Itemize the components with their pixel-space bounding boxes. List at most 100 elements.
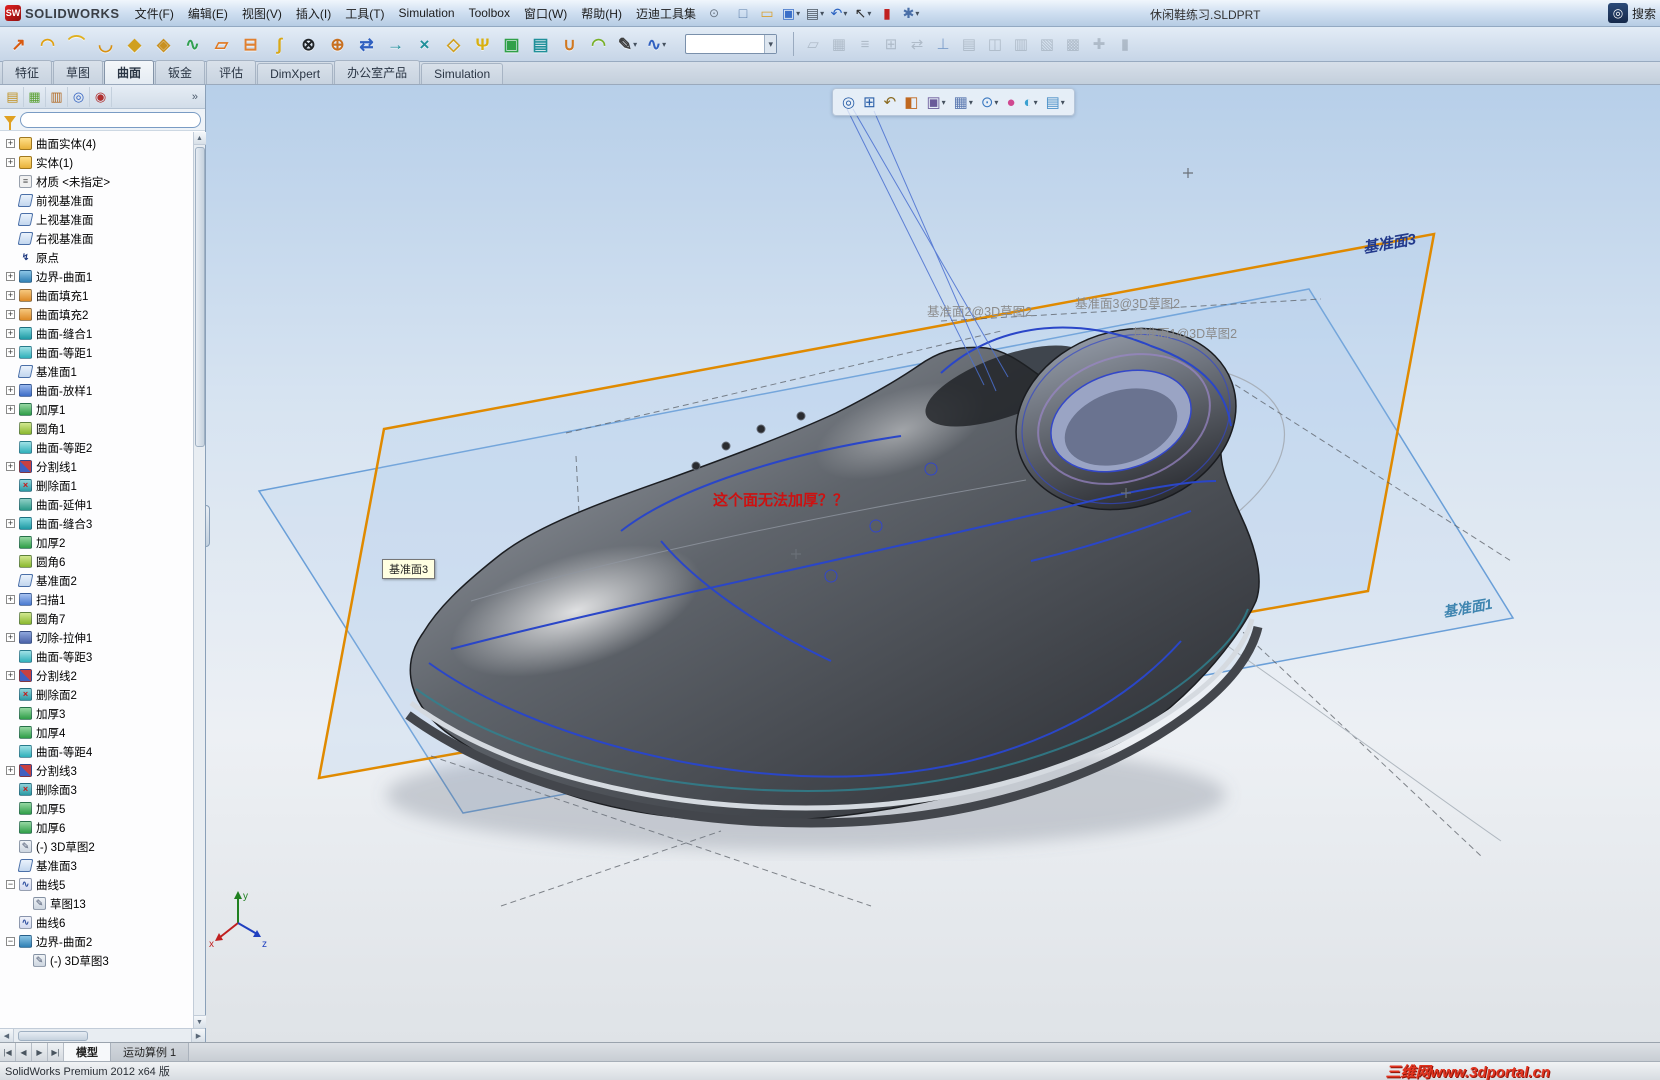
tree-item[interactable]: 曲线6 [0,913,205,932]
tree-vertical-scrollbar[interactable]: ▲ ▼ [193,132,206,1028]
menu-item-视图(V)[interactable]: 视图(V) [235,1,289,26]
filter-icon[interactable] [4,115,16,130]
dimxpertmanager-tab-icon[interactable]: ◎ [68,86,90,107]
expand-icon[interactable]: + [6,291,15,300]
inactive-tool-icon-12[interactable]: ✚ [1086,31,1112,57]
zoom-area-icon[interactable]: ⊞ [860,93,879,112]
dropdown-arrow-icon[interactable]: ▾ [1034,98,1038,107]
move-face-icon[interactable]: ⇄ [353,31,380,58]
chevron-right-icon[interactable]: » [187,91,203,103]
tree-item[interactable]: + 边界-曲面1 [0,267,205,286]
displaymanager-tab-icon[interactable]: ◉ [90,86,112,107]
expand-icon[interactable]: + [6,766,15,775]
configuration-dropdown[interactable]: ▾ [685,34,777,54]
tree-item[interactable]: + 实体(1) [0,153,205,172]
tab-nav-icon-3[interactable]: ▶ [32,1043,48,1061]
surface-sweep-icon[interactable]: ⌒ [63,31,90,58]
options-icon[interactable]: ✱ ▾ [900,3,922,23]
curves-icon[interactable]: ∿ ▾ [643,31,670,58]
inactive-tool-icon-7[interactable]: ▤ [956,31,982,57]
expand-icon[interactable]: + [6,139,15,148]
tree-item[interactable]: + 分割线2 [0,666,205,685]
tree-item[interactable]: 草图13 [0,894,205,913]
menu-item-迈迪工具集[interactable]: 迈迪工具集 [629,1,703,26]
tree-item[interactable]: 加厚5 [0,799,205,818]
pin-menu-icon[interactable]: ⊙ [703,6,725,20]
inactive-tool-icon-6[interactable]: ⊥ [930,31,956,57]
surface-extrude-icon[interactable]: ↗ [5,31,32,58]
sketch-icon[interactable]: ✎ ▾ [614,31,641,58]
tree-item[interactable]: 加厚4 [0,723,205,742]
tree-item[interactable]: − 曲线5 [0,875,205,894]
featuremanager-tab-icon[interactable]: ▤ [2,86,24,107]
tree-item[interactable]: 圆角7 [0,609,205,628]
dropdown-arrow-icon[interactable]: ▾ [915,9,919,18]
dropdown-arrow-icon[interactable]: ▾ [994,98,998,107]
tree-item[interactable]: (-) 3D草图2 [0,837,205,856]
rebuild-icon[interactable]: ▮ [876,3,898,23]
tree-item[interactable]: 圆角1 [0,419,205,438]
filled-surface-icon[interactable]: ◈ [150,31,177,58]
view-settings-icon[interactable]: ▤ ▾ [1043,93,1068,112]
tree-item[interactable]: 基准面2 [0,571,205,590]
tree-item[interactable]: (-) 3D草图3 [0,951,205,970]
collapse-icon[interactable]: − [6,880,15,889]
tree-item[interactable]: 曲面-等距2 [0,438,205,457]
expand-icon[interactable]: + [6,310,15,319]
cut-with-surface-icon[interactable]: ∪ [556,31,583,58]
tree-item[interactable]: + 曲面填充2 [0,305,205,324]
dropdown-arrow-icon[interactable]: ▾ [662,40,666,49]
tree-item[interactable]: − 边界-曲面2 [0,932,205,951]
expand-icon[interactable]: + [6,633,15,642]
fillet-icon[interactable]: ◠ [585,31,612,58]
tree-item[interactable]: 曲面-等距3 [0,647,205,666]
delete-hole-icon[interactable]: ⊗ [295,31,322,58]
command-tab-DimXpert[interactable]: DimXpert [257,63,334,84]
tree-item[interactable]: + 曲面实体(4) [0,134,205,153]
tree-item[interactable]: 上视基准面 [0,210,205,229]
tree-item[interactable]: + 曲面填充1 [0,286,205,305]
untrim-surface-icon[interactable]: ◇ [440,31,467,58]
tree-item[interactable]: 右视基准面 [0,229,205,248]
inactive-tool-icon-10[interactable]: ▧ [1034,31,1060,57]
command-tab-草图[interactable]: 草图 [53,60,104,84]
tree-item[interactable]: + 分割线1 [0,457,205,476]
dropdown-arrow-icon[interactable]: ▾ [843,9,847,18]
tree-item[interactable]: + 曲面-放样1 [0,381,205,400]
zoom-fit-icon[interactable]: ◎ [839,93,858,112]
inactive-tool-icon-4[interactable]: ⊞ [878,31,904,57]
tree-item[interactable]: 圆角6 [0,552,205,571]
command-tab-特征[interactable]: 特征 [2,60,53,84]
tree-item[interactable]: + 曲面-等距1 [0,343,205,362]
freeform-icon[interactable]: ∿ [179,31,206,58]
section-view-icon[interactable]: ◧ [901,93,921,112]
tree-item[interactable]: + 加厚1 [0,400,205,419]
inactive-tool-icon-3[interactable]: ≡ [852,31,878,57]
thicken-icon[interactable]: ▣ [498,31,525,58]
graphics-viewport[interactable]: 基准面2@3D草图2 基准面3@3D草图2 基准面1@3D草图2 基准面3 基准… [206,85,1660,1042]
inactive-tool-icon-1[interactable]: ▱ [800,31,826,57]
tree-item[interactable]: 加厚3 [0,704,205,723]
boundary-surface-icon[interactable]: ◆ [121,31,148,58]
menu-item-帮助(H)[interactable]: 帮助(H) [574,1,629,26]
surface-loft-icon[interactable]: ◡ [92,31,119,58]
extend-surface-icon[interactable]: → [382,31,409,58]
tree-item[interactable]: 加厚6 [0,818,205,837]
tree-item[interactable]: + 分割线3 [0,761,205,780]
open-icon[interactable]: ▭ [756,3,778,23]
document-tab-模型[interactable]: 模型 [64,1043,111,1061]
tree-item[interactable]: 原点 [0,248,205,267]
command-tab-办公室产品[interactable]: 办公室产品 [334,60,421,84]
menu-item-文件(F)[interactable]: 文件(F) [128,1,181,26]
ruled-surface-icon[interactable]: ∫ [266,31,293,58]
hscroll-thumb[interactable] [18,1030,88,1041]
tree-item[interactable]: 曲面-延伸1 [0,495,205,514]
menu-item-工具(T)[interactable]: 工具(T) [338,1,391,26]
tab-nav-icon-1[interactable]: |◀ [0,1043,16,1061]
scroll-up-icon[interactable]: ▲ [193,132,206,145]
previous-view-icon[interactable]: ↶ [881,93,900,112]
scroll-right-icon[interactable]: ▶ [191,1029,205,1042]
save-icon[interactable]: ▣ ▾ [780,3,802,23]
menu-item-编辑(E)[interactable]: 编辑(E) [181,1,235,26]
command-tab-评估[interactable]: 评估 [206,60,257,84]
